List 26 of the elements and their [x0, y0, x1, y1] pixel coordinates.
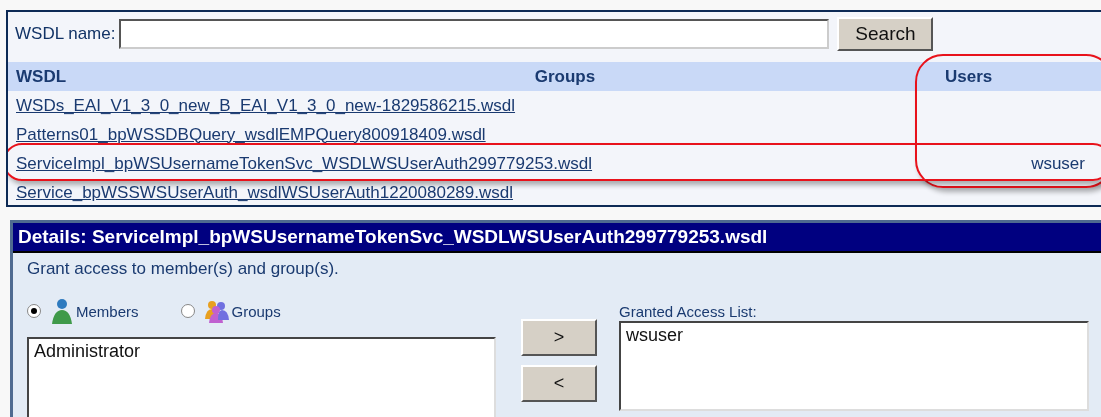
- available-list[interactable]: Administrator: [27, 337, 496, 417]
- wsdl-link[interactable]: WSDs_EAI_V1_3_0_new_B_EAI_V1_3_0_new-1829586215.wsdl: [16, 95, 516, 115]
- users-text: wsuser: [1031, 153, 1085, 173]
- granted-list[interactable]: wsuser: [619, 321, 1089, 411]
- column-header: Groups: [534, 66, 596, 86]
- wsdl-name-field[interactable]: [119, 19, 830, 49]
- wsdl-link[interactable]: Service_bpWSSWSUserAuth_wsdlWSUserAuth1220080289.wsdl: [16, 182, 513, 202]
- search-button[interactable]: Search: [837, 17, 934, 51]
- wsdl-link[interactable]: ServiceImpl_bpWSUsernameTokenSvc_WSDLWSUserAuth299779253.wsdl: [16, 153, 593, 173]
- list-item[interactable]: Administrator: [34, 341, 489, 362]
- add-button[interactable]: >: [521, 319, 597, 356]
- radio-button[interactable]: [27, 304, 41, 318]
- field-label: WSDL name:: [15, 24, 116, 44]
- radio-button[interactable]: [180, 304, 195, 318]
- column-header: WSDL: [16, 66, 67, 86]
- person-icon: [50, 298, 74, 324]
- option-label: Groups: [231, 302, 281, 320]
- wsdl-link[interactable]: Patterns01_bpWSSDBQuery_wsdlEMPQuery800918409.wsdl: [16, 124, 486, 144]
- list-item[interactable]: wsuser: [626, 325, 1082, 346]
- column-header: Users: [945, 66, 993, 86]
- option-label: Members: [76, 302, 139, 320]
- people-icon: [203, 299, 230, 323]
- remove-button[interactable]: <: [521, 365, 597, 402]
- details-title: Details: ServiceImpl_bpWSUsernameTokenSvc_WSDLWSUserAuth299779253.wsdl: [13, 223, 1101, 253]
- instruction-text: Grant access to member(s) and group(s).: [26, 258, 340, 279]
- list-label: Granted Access List:: [619, 301, 758, 322]
